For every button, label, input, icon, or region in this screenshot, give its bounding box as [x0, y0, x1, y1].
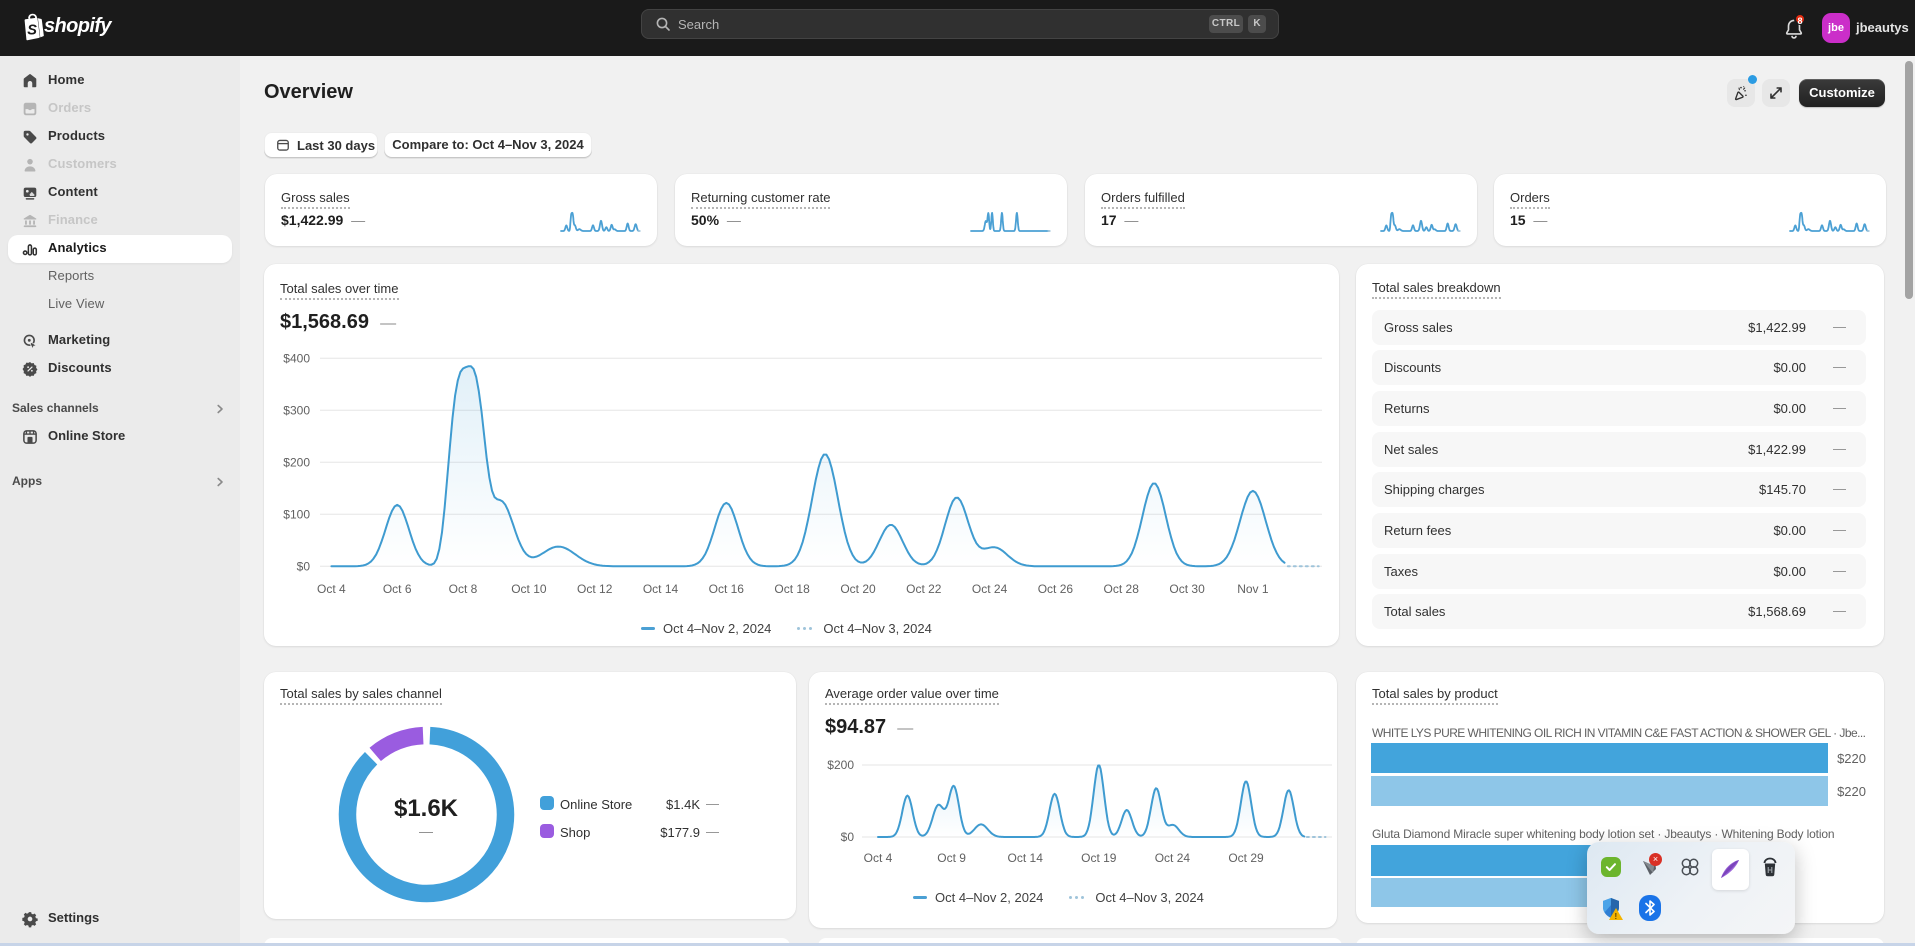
svg-text:H: H	[1767, 866, 1773, 875]
svg-text:S: S	[27, 23, 37, 39]
